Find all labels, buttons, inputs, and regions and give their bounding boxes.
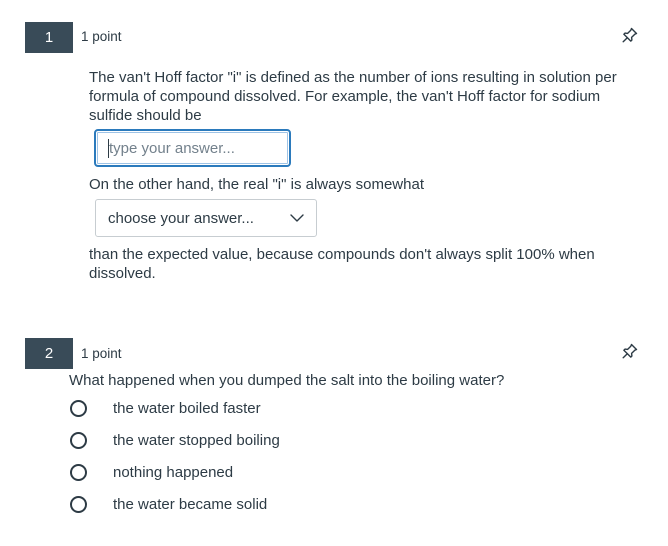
answer-option-label[interactable]: the water stopped boiling (113, 432, 280, 449)
text-caret (108, 139, 109, 158)
question-number: 1 (44, 29, 54, 46)
question-points: 1 point (81, 346, 122, 361)
pin-icon[interactable] (621, 26, 639, 44)
question-points: 1 point (81, 29, 122, 44)
answer-option[interactable]: the water boiled faster (69, 397, 261, 419)
radio-button[interactable] (70, 495, 87, 513)
question-number-badge: 1 (25, 22, 73, 53)
question-1-intro: The van't Hoff factor "i" is defined as … (89, 69, 617, 124)
question-number-badge: 2 (25, 338, 73, 369)
pin-icon[interactable] (621, 342, 639, 360)
answer-option[interactable]: the water stopped boiling (69, 429, 280, 451)
chevron-down-icon (290, 214, 304, 222)
radio-button[interactable] (70, 463, 87, 481)
answer-option-label[interactable]: nothing happened (113, 464, 233, 481)
radio-button[interactable] (70, 399, 87, 417)
answer-option-label[interactable]: the water became solid (113, 496, 267, 513)
question-2-prompt: What happened when you dumped the salt i… (69, 372, 505, 389)
question-number: 2 (44, 345, 54, 362)
question-1-outro: than the expected value, because compoun… (89, 246, 595, 282)
answer-option[interactable]: nothing happened (69, 461, 233, 483)
answer-option-label[interactable]: the water boiled faster (113, 400, 261, 417)
answer-dropdown[interactable]: choose your answer... (95, 199, 317, 237)
dropdown-value: choose your answer... (108, 209, 254, 227)
question-1-middle: On the other hand, the real "i" is alway… (89, 176, 424, 193)
radio-button[interactable] (70, 431, 87, 449)
answer-option[interactable]: the water became solid (69, 493, 267, 515)
answer-text-input[interactable] (94, 129, 291, 167)
